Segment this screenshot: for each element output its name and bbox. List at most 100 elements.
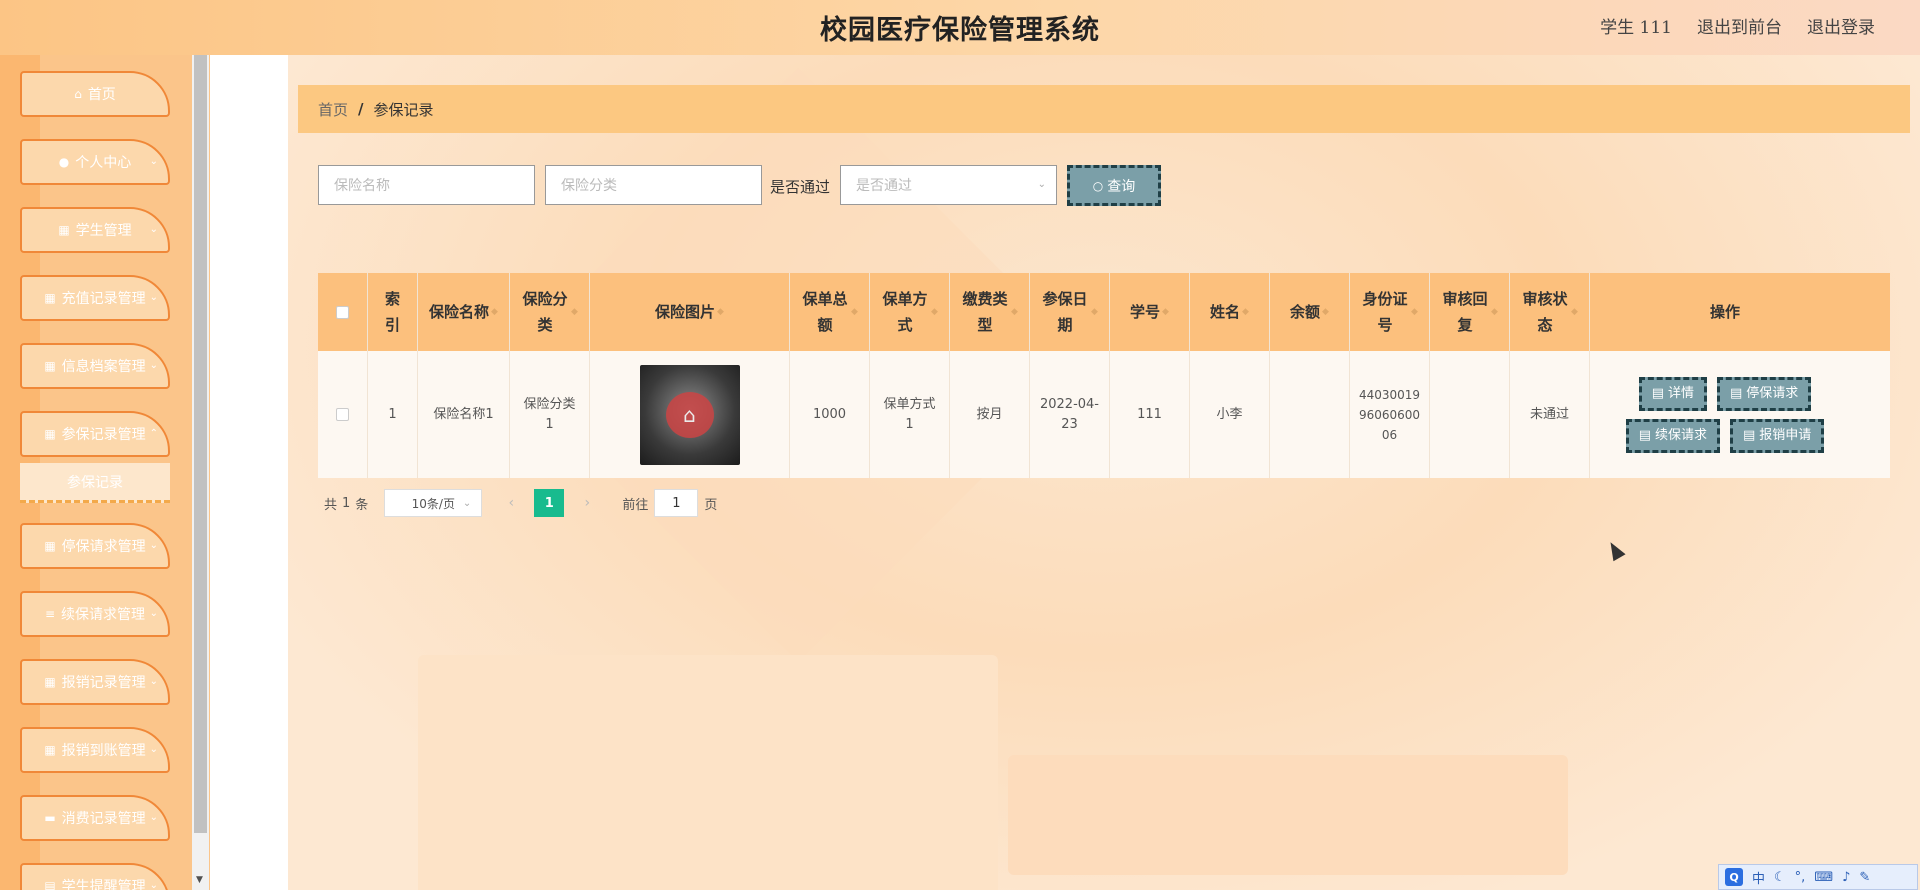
cell-student-no: 111 — [1110, 351, 1190, 478]
column-header-actions: 操作 — [1590, 273, 1860, 351]
next-page-button[interactable]: › — [572, 489, 602, 517]
ime-logo-icon[interactable]: Q — [1725, 868, 1743, 886]
column-header-student-name[interactable]: 姓名 ◆ — [1190, 273, 1270, 351]
cell-index: 1 — [368, 351, 418, 478]
column-header-pay-type[interactable]: 缴费类型 ◆ — [950, 273, 1030, 351]
home-icon: ⌂ — [74, 87, 82, 101]
sidebar-item-enrollment[interactable]: ▦ 参保记录管理 ⌃ — [20, 411, 170, 457]
scroll-down-icon[interactable]: ▼ — [196, 875, 203, 885]
page-number-current[interactable]: 1 — [534, 489, 565, 517]
sort-icon: ◆ — [1011, 307, 1018, 317]
sort-icon: ◆ — [1162, 307, 1169, 317]
shield-family-icon: ⌂ — [665, 391, 714, 438]
sort-icon: ◆ — [1411, 307, 1418, 317]
column-header-student-no[interactable]: 学号 ◆ — [1110, 273, 1190, 351]
back-to-front-link[interactable]: 退出到前台 — [1697, 13, 1782, 38]
sidebar-item-archives[interactable]: ▦ 信息档案管理 ⌄ — [20, 343, 170, 389]
chevron-up-icon: ⌃ — [149, 428, 158, 439]
doc-icon: ▤ — [1743, 427, 1756, 443]
select-all-checkbox[interactable] — [336, 305, 349, 319]
approved-select[interactable]: 是否通过 ⌄ — [840, 165, 1057, 205]
insurance-name-input[interactable]: 保险名称 — [318, 165, 535, 205]
sidebar-item-reminders[interactable]: ▤ 学生提醒管理 ⌄ — [20, 863, 170, 890]
sidebar-item-consumption[interactable]: ▬ 消费记录管理 ⌄ — [20, 795, 170, 841]
column-header-label: 索引 — [384, 290, 400, 334]
page-size-select[interactable]: 10条/页 ⌄ — [384, 489, 483, 517]
column-header-balance[interactable]: 余额 ◆ — [1270, 273, 1350, 351]
suspend-request-button[interactable]: ▤ 停保请求 — [1717, 376, 1812, 411]
chevron-down-icon: ⌄ — [149, 540, 158, 551]
insurance-image[interactable]: ⌂ — [639, 364, 740, 465]
scrollbar-thumb[interactable] — [194, 55, 207, 833]
cell-name: 保险名称1 — [418, 351, 510, 478]
select-all-cell — [318, 273, 368, 351]
wrench-icon[interactable]: ✎ — [1859, 870, 1870, 885]
cell-image: ⌂ — [590, 351, 790, 478]
prev-page-button[interactable]: ‹ — [496, 489, 526, 517]
sidebar-item-renew[interactable]: ≡ 续保请求管理 ⌄ — [20, 591, 170, 637]
sidebar-item-label: 充值记录管理 — [61, 291, 146, 307]
voice-icon[interactable]: ♪ — [1842, 870, 1850, 885]
column-header-label: 参保日期 — [1042, 290, 1088, 334]
column-header-label: 身份证号 — [1362, 290, 1408, 334]
grid-icon: ▦ — [44, 427, 56, 441]
sidebar-item-recharge[interactable]: ▦ 充值记录管理 ⌄ — [20, 275, 170, 321]
chevron-down-icon: ⌄ — [149, 676, 158, 687]
cell-review-reply — [1430, 351, 1510, 478]
chevron-down-icon: ⌄ — [149, 880, 158, 890]
sidebar-subitem-label: 参保记录 — [67, 474, 123, 491]
keyboard-icon[interactable]: ⌨ — [1814, 870, 1833, 885]
cell-method-text: 保单方式1 — [883, 396, 936, 432]
sidebar-subitem-enrollment-records[interactable]: 参保记录 — [20, 463, 170, 503]
doc-icon: ▤ — [1638, 427, 1651, 443]
detail-button[interactable]: ▤ 详情 — [1638, 376, 1707, 411]
moon-icon[interactable]: ☾ — [1774, 870, 1786, 885]
renew-request-button[interactable]: ▤ 续保请求 — [1625, 418, 1720, 453]
column-header-date[interactable]: 参保日期 ◆ — [1030, 273, 1110, 351]
sidebar-item-payout[interactable]: ▦ 报销到账管理 ⌄ — [20, 727, 170, 773]
column-header-category[interactable]: 保险分类 ◆ — [510, 273, 590, 351]
sidebar-item-students[interactable]: ▦ 学生管理 ⌄ — [20, 207, 170, 253]
sidebar-item-label: 学生提醒管理 — [61, 879, 146, 890]
sidebar: ⌂ 首页 ● 个人中心 ⌄ ▦ 学生管理 ⌄ ▦ 充值记录管理 ⌄ ▦ 信息档案… — [0, 55, 210, 890]
sidebar-item-suspend[interactable]: ▦ 停保请求管理 ⌄ — [20, 523, 170, 569]
sort-icon: ◆ — [1571, 307, 1578, 317]
chevron-down-icon: ⌄ — [149, 608, 158, 619]
ime-language-toggle[interactable]: 中 — [1752, 868, 1765, 887]
background-decoration — [418, 655, 998, 890]
background-decoration — [1008, 755, 1568, 875]
cell-pay-type: 按月 — [950, 351, 1030, 478]
chevron-down-icon: ⌄ — [149, 292, 158, 303]
column-header-image[interactable]: 保险图片 ◆ — [590, 273, 790, 351]
reimburse-apply-button[interactable]: ▤ 报销申请 — [1730, 418, 1825, 453]
sidebar-scrollbar[interactable]: ▼ — [192, 55, 209, 890]
query-button[interactable]: ○ 查询 — [1067, 165, 1161, 206]
grid-icon: ▦ — [44, 743, 56, 757]
pagination: 共 1 条 10条/页 ⌄ ‹ 1 › 前往 1 页 — [324, 489, 717, 517]
sidebar-item-profile[interactable]: ● 个人中心 ⌄ — [20, 139, 170, 185]
goto-page-input[interactable]: 1 — [654, 489, 699, 517]
sidebar-item-label: 首页 — [87, 87, 116, 103]
column-header-review-reply[interactable]: 审核回复 ◆ — [1430, 273, 1510, 351]
grid-icon: ▦ — [44, 539, 56, 553]
row-checkbox[interactable] — [336, 408, 349, 421]
column-header-total[interactable]: 保单总额 ◆ — [790, 273, 870, 351]
punctuation-icon[interactable]: °, — [1795, 870, 1806, 885]
column-header-review-status[interactable]: 审核状态 ◆ — [1510, 273, 1590, 351]
column-header-label: 审核状态 — [1522, 290, 1568, 334]
cell-category-text: 保险分类1 — [523, 396, 576, 432]
doc-icon: ▤ — [1730, 385, 1743, 401]
row-actions: ▤ 详情 ▤ 停保请求 ▤ 续保请求 ▤ 报销申请 — [1605, 376, 1845, 453]
column-header-name[interactable]: 保险名称 ◆ — [418, 273, 510, 351]
sidebar-item-reimburse[interactable]: ▦ 报销记录管理 ⌄ — [20, 659, 170, 705]
page-suffix: 页 — [704, 497, 718, 513]
sidebar-item-home[interactable]: ⌂ 首页 — [20, 71, 170, 117]
insurance-category-input[interactable]: 保险分类 — [545, 165, 762, 205]
column-header-id-no[interactable]: 身份证号 ◆ — [1350, 273, 1430, 351]
column-header-label: 学号 — [1130, 303, 1161, 321]
goto-label: 前往 — [622, 497, 649, 513]
chevron-down-icon: ⌄ — [149, 812, 158, 823]
breadcrumb-home[interactable]: 首页 — [318, 99, 348, 120]
logout-link[interactable]: 退出登录 — [1807, 13, 1875, 38]
column-header-method[interactable]: 保单方式 ◆ — [870, 273, 950, 351]
